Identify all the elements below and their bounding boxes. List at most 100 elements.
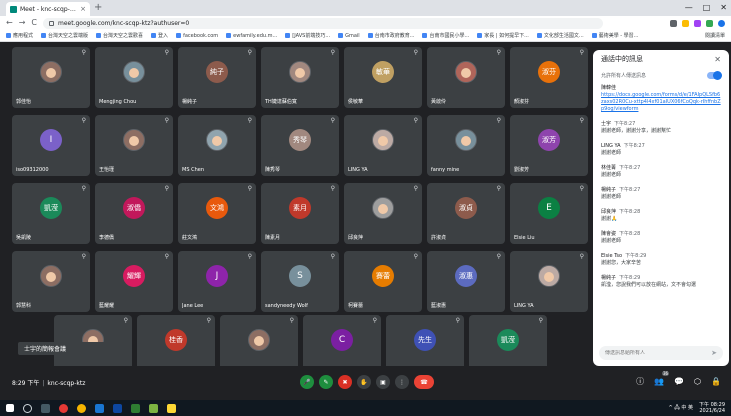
chrome-icon[interactable] (77, 403, 86, 413)
participant-tile[interactable]: ⚲ E Elsie Liu (510, 183, 588, 244)
pin-icon[interactable]: ⚲ (373, 317, 377, 324)
browser-tab[interactable]: Meet - knc-scqp-ktz × (6, 2, 90, 16)
pin-icon[interactable]: ⚲ (248, 185, 252, 192)
bookmark-item[interactable]: Gmail (338, 33, 360, 39)
pin-icon[interactable]: ⚲ (165, 253, 169, 260)
pin-icon[interactable]: ⚲ (165, 185, 169, 192)
camera-off-button[interactable]: ✖ (338, 375, 352, 389)
pin-icon[interactable]: ⚲ (207, 317, 211, 324)
activities-button[interactable]: ⬡ (694, 377, 701, 386)
participant-tile[interactable]: ⚲ 純子 楊純子 (178, 47, 256, 108)
raise-hand-button[interactable]: ✋ (357, 375, 371, 389)
host-controls-button[interactable]: 🔒 (711, 377, 721, 386)
bookmark-item[interactable]: 家長 | 如何提早下... (477, 32, 529, 39)
clock[interactable]: 下午 08:29 2021/6/24 (699, 402, 725, 414)
pin-icon[interactable]: ⚲ (290, 317, 294, 324)
participant-tile[interactable]: ⚲ 郭慧科 (12, 251, 90, 312)
participant-tile[interactable]: ⚲ TH婕達蘇伯寬 (261, 47, 339, 108)
pin-icon[interactable]: ⚲ (331, 49, 335, 56)
participant-tile[interactable]: ⚲ fanny mine (427, 115, 505, 176)
pin-icon[interactable]: ⚲ (248, 117, 252, 124)
bookmark-item[interactable]: facebook.com (176, 33, 218, 39)
bookmark-item[interactable]: 台南市政府教育... (367, 32, 414, 39)
search-icon[interactable] (23, 403, 32, 413)
participant-tile[interactable]: ⚲ 淑惠 藍淑惠 (427, 251, 505, 312)
app-icon[interactable] (59, 403, 68, 413)
folder-icon[interactable] (167, 403, 176, 413)
profile-avatar-icon[interactable] (718, 19, 725, 27)
participant-tile[interactable]: ⚲ Iiso09312000 (12, 115, 90, 176)
pin-icon[interactable]: ⚲ (497, 185, 501, 192)
bookmark-item[interactable]: [JAVS前端技巧... (285, 32, 330, 39)
meeting-details-button[interactable]: ⓘ (636, 376, 644, 387)
chat-button[interactable]: 💬 (674, 377, 684, 386)
extension-icon[interactable] (706, 19, 713, 27)
pin-icon[interactable]: ⚲ (580, 185, 584, 192)
participant-tile[interactable]: ⚲ Ssandyneedy Wolf (261, 251, 339, 312)
pin-icon[interactable]: ⚲ (539, 317, 543, 324)
app-icon[interactable] (149, 403, 158, 413)
participant-tile[interactable]: ⚲ LING YA (344, 115, 422, 176)
bookmark-item[interactable]: ewfamily.edu.m... (226, 33, 277, 39)
participant-tile[interactable]: ⚲ J Jane Lee (178, 251, 256, 312)
pin-icon[interactable]: ⚲ (331, 253, 335, 260)
pin-icon[interactable]: ⚲ (456, 317, 460, 324)
participant-tile[interactable]: ⚲ MS Chen (178, 115, 256, 176)
participant-tile[interactable]: ⚲ 賽蕾 柯賽蕾 (344, 251, 422, 312)
present-button[interactable]: ▣ (376, 375, 390, 389)
participant-tile[interactable]: ⚲ 黃啟伶 (427, 47, 505, 108)
participant-tile[interactable]: ⚲ 淑僑 李德僑 (95, 183, 173, 244)
pin-icon[interactable]: ⚲ (124, 317, 128, 324)
app-icon[interactable] (131, 403, 140, 413)
close-window-button[interactable]: ✕ (720, 1, 727, 15)
back-button[interactable]: ← (6, 16, 13, 30)
address-bar[interactable]: meet.google.com/knc-scqp-ktz?authuser=0 (43, 17, 603, 29)
reading-list-button[interactable]: 閱讀清單 (705, 32, 725, 39)
app-icon[interactable] (113, 403, 122, 413)
chat-link[interactable]: https://docs.google.com/forms/d/e/1FAIpQ… (601, 92, 721, 113)
tray-icons[interactable]: ^ 🖧 中 英 (668, 404, 693, 413)
bookmark-item[interactable]: 台南市國民小學... (422, 32, 469, 39)
participant-tile[interactable]: ⚲ LING YA (510, 251, 588, 312)
pin-icon[interactable]: ⚲ (497, 253, 501, 260)
participant-tile[interactable]: ⚲ 淑芬 顏淑芬 (510, 47, 588, 108)
explorer-icon[interactable] (95, 403, 104, 413)
chat-input[interactable] (605, 350, 712, 356)
participant-tile[interactable]: ⚲ 淑貞 許淑貞 (427, 183, 505, 244)
pin-icon[interactable]: ⚲ (165, 49, 169, 56)
participant-tile[interactable]: ⚲ 郭佳怡 (12, 47, 90, 108)
bookmark-item[interactable]: 文化部生活國文... (536, 32, 584, 39)
extension-icon[interactable] (694, 19, 701, 27)
mic-button[interactable]: 🎤 (300, 375, 314, 389)
pin-icon[interactable]: ⚲ (82, 117, 86, 124)
pin-icon[interactable]: ⚲ (414, 185, 418, 192)
start-icon[interactable] (6, 404, 14, 412)
pin-icon[interactable]: ⚲ (580, 253, 584, 260)
allow-messages-toggle[interactable] (707, 70, 722, 80)
maximize-button[interactable]: □ (703, 1, 711, 15)
pin-icon[interactable]: ⚲ (414, 117, 418, 124)
forward-button[interactable]: → (19, 16, 26, 30)
close-icon[interactable]: ✕ (714, 55, 721, 64)
participant-tile[interactable]: ⚲ 素月 陳素月 (261, 183, 339, 244)
pin-icon[interactable]: ⚲ (82, 253, 86, 260)
extension-icon[interactable] (670, 19, 677, 27)
participant-tile[interactable]: ⚲ 文鴻 莊文鴻 (178, 183, 256, 244)
pin-icon[interactable]: ⚲ (82, 49, 86, 56)
participant-tile[interactable]: ⚲ Mengjing Chou (95, 47, 173, 108)
participant-tile[interactable]: ⚲ 邱良萍 (344, 183, 422, 244)
extension-icon[interactable] (682, 19, 689, 27)
new-tab-button[interactable]: + (94, 2, 102, 14)
people-button[interactable]: 👥 36 (654, 371, 670, 386)
participant-tile[interactable]: ⚲ 秀琴 陳秀琴 (261, 115, 339, 176)
pin-icon[interactable]: ⚲ (165, 117, 169, 124)
pin-icon[interactable]: ⚲ (248, 49, 252, 56)
pin-icon[interactable]: ⚲ (497, 49, 501, 56)
pin-icon[interactable]: ⚲ (331, 117, 335, 124)
send-icon[interactable]: ➤ (711, 349, 717, 357)
bookmark-item[interactable]: 台灣天空之雲端版 (41, 32, 88, 39)
pin-icon[interactable]: ⚲ (414, 253, 418, 260)
pin-icon[interactable]: ⚲ (414, 49, 418, 56)
participant-tile[interactable]: ⚲ 敏華 侯敏華 (344, 47, 422, 108)
bookmark-item[interactable]: 藝術美學 - 學習... (591, 32, 638, 39)
